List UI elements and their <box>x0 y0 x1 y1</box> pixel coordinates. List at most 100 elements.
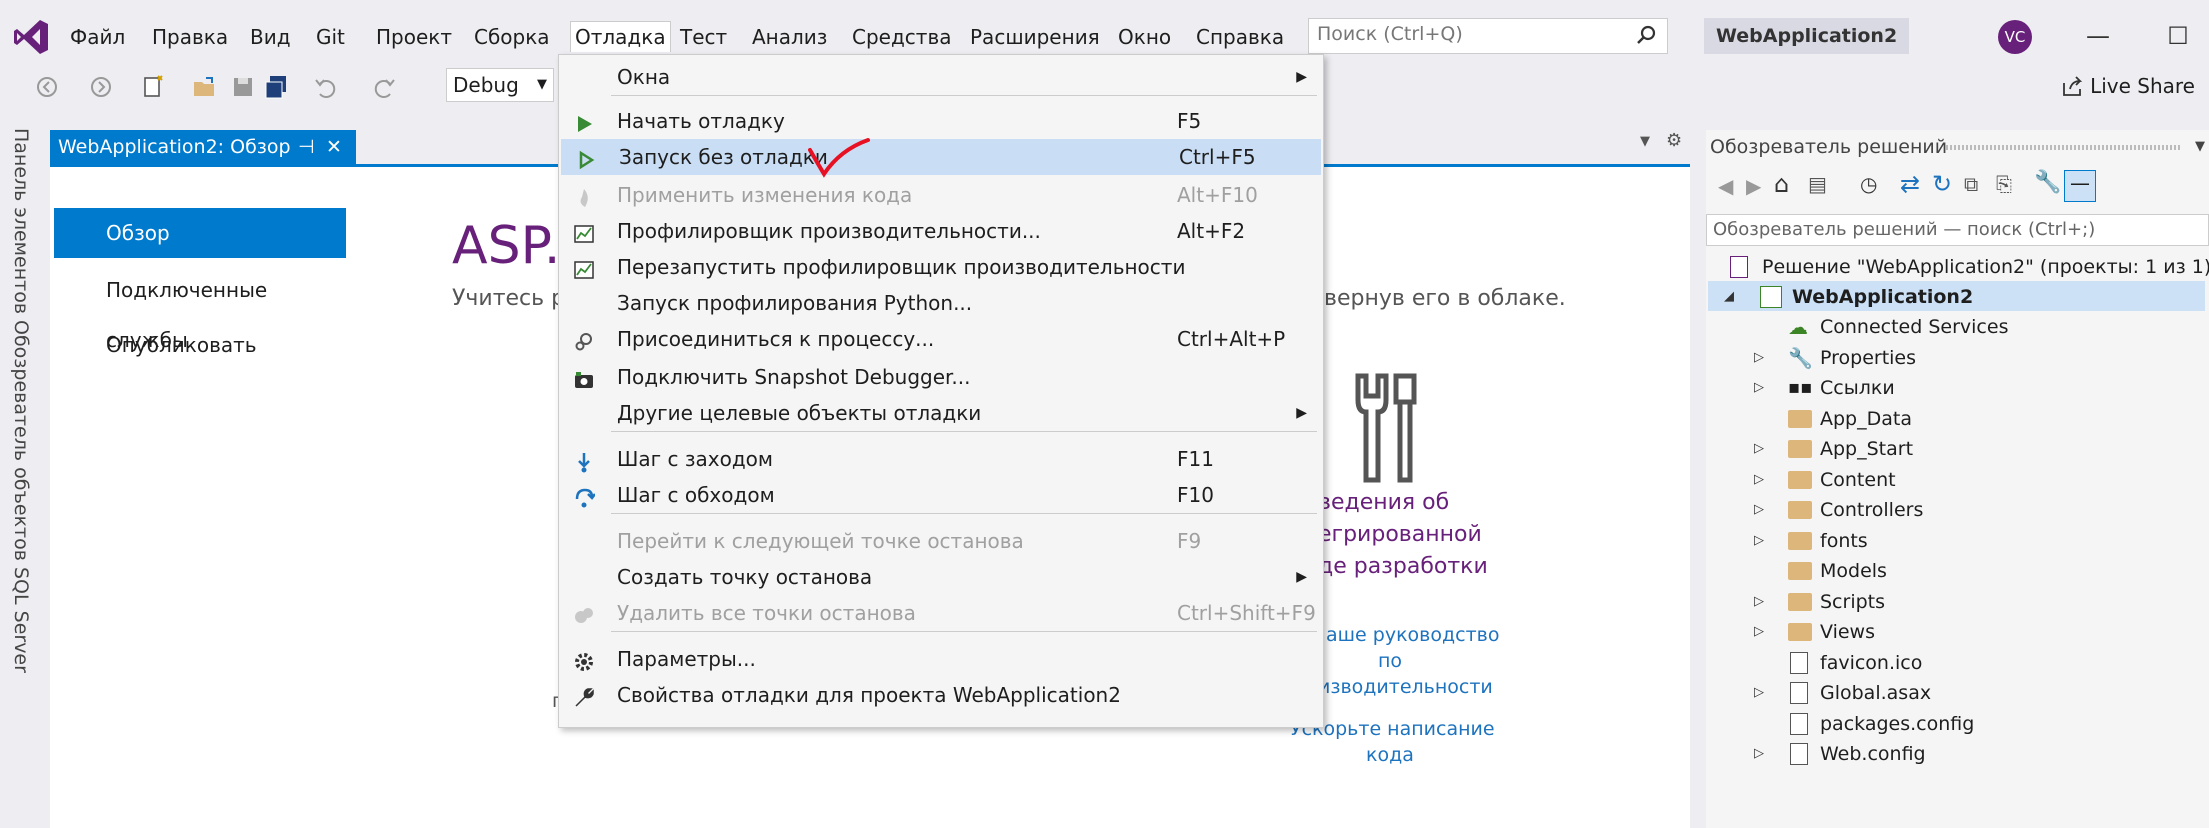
debug-menu-item-14[interactable]: Удалить все точки останова Ctrl+Shift+F9 <box>559 595 1323 631</box>
collapse-all-icon[interactable]: ⧉ <box>1964 172 1978 196</box>
forward-nav-icon[interactable]: ▶ <box>1746 174 1761 198</box>
tab-overflow-chevron-icon[interactable]: ▼ <box>1640 134 1650 149</box>
solution-search-input[interactable]: Обозреватель решений — поиск (Ctrl+;) <box>1706 214 2209 246</box>
panel-menu-chevron-icon[interactable]: ▼ <box>2195 130 2205 164</box>
debug-menu-item-12[interactable]: Перейти к следующей точке останова F9 <box>559 523 1323 559</box>
debug-menu-item-4[interactable]: Профилировщик производительности... Alt+F… <box>559 213 1323 249</box>
debug-menu-item-8[interactable]: Подключить Snapshot Debugger... <box>559 359 1323 395</box>
search-input[interactable]: Поиск (Ctrl+Q) <box>1308 18 1668 54</box>
open-folder-icon[interactable] <box>192 74 218 100</box>
expand-triangle-icon[interactable]: ▷ <box>1754 587 1764 617</box>
menu-item-1[interactable]: Правка <box>148 22 232 52</box>
close-icon[interactable]: ✕ <box>326 130 342 164</box>
profiler-restart-icon <box>573 256 595 279</box>
menu-item-label: Запуск профилирования Python... <box>617 291 973 315</box>
perf-guide-link-3[interactable]: изводительности <box>1318 676 1493 698</box>
menu-separator <box>611 431 1317 432</box>
configuration-value: Debug <box>453 73 519 97</box>
save-icon[interactable] <box>230 74 256 100</box>
configuration-select[interactable]: Debug ▼ <box>446 68 554 102</box>
menu-item-12[interactable]: Справка <box>1192 22 1288 52</box>
pin-icon[interactable]: ⊣ <box>298 130 315 164</box>
back-nav-icon[interactable]: ◀ <box>1718 174 1733 198</box>
live-share-button[interactable]: Live Share <box>2060 74 2195 98</box>
new-project-icon[interactable] <box>140 74 166 100</box>
expand-triangle-icon[interactable]: ▷ <box>1754 495 1764 525</box>
menu-item-0[interactable]: Файл <box>66 22 129 52</box>
save-all-icon[interactable] <box>264 74 290 100</box>
switch-views-icon[interactable]: ▤ <box>1808 172 1827 196</box>
collapse-triangle-icon[interactable]: ◢ <box>1724 282 1734 312</box>
menu-item-7[interactable]: Тест <box>676 22 731 52</box>
menu-item-11[interactable]: Окно <box>1114 22 1175 52</box>
maximize-button[interactable]: ☐ <box>2158 18 2198 54</box>
menu-item-5[interactable]: Сборка <box>470 22 554 52</box>
nav-connected-services[interactable]: Подключенные службы <box>54 265 346 352</box>
debug-menu-item-7[interactable]: Присоединиться к процессу... Ctrl+Alt+P <box>559 321 1323 357</box>
info-line-1: ведения об <box>1318 490 1450 515</box>
show-all-files-icon[interactable]: ⎘ <box>1996 172 2012 196</box>
debug-menu-item-15[interactable]: Параметры... <box>559 641 1323 677</box>
solution-name-badge[interactable]: WebApplication2 <box>1704 18 1910 54</box>
folder-icon <box>1788 531 1812 550</box>
redo-icon[interactable] <box>372 74 398 100</box>
folder-icon <box>1788 592 1812 611</box>
home-icon[interactable]: ⌂ <box>1774 170 1789 198</box>
tree-node-label: packages.config <box>1820 712 1975 735</box>
expand-triangle-icon[interactable]: ▷ <box>1754 373 1764 403</box>
refresh-icon[interactable]: ↻ <box>1932 170 1952 198</box>
forward-icon[interactable] <box>88 74 114 100</box>
debug-menu-item-16[interactable]: Свойства отладки для проекта WebApplicat… <box>559 677 1323 713</box>
profiler-icon <box>573 220 595 243</box>
debug-menu-item-1[interactable]: Начать отладку F5 <box>559 103 1323 139</box>
expand-triangle-icon[interactable]: ▷ <box>1754 526 1764 556</box>
nav-overview[interactable]: Обзор <box>54 208 346 258</box>
nav-publish[interactable]: Опубликовать <box>54 320 346 370</box>
red-annotation-checkmark <box>808 138 870 178</box>
sql-server-explorer-tab[interactable]: Обозреватель объектов SQL Server <box>10 320 32 673</box>
expand-triangle-icon[interactable]: ▷ <box>1754 465 1764 495</box>
document-tab[interactable]: WebApplication2: Обзор ⊣ ✕ <box>50 130 356 164</box>
debug-menu-item-3[interactable]: Применить изменения кода Alt+F10 <box>559 177 1323 213</box>
debug-menu-item-0[interactable]: Окна ▶ <box>559 59 1323 95</box>
debug-menu-item-6[interactable]: Запуск профилирования Python... <box>559 285 1323 321</box>
pending-changes-icon[interactable]: ◷ <box>1860 172 1877 196</box>
debug-menu-item-10[interactable]: Шаг с заходом F11 <box>559 441 1323 477</box>
debug-menu-item-5[interactable]: Перезапустить профилировщик производител… <box>559 249 1323 285</box>
debug-menu-item-9[interactable]: Другие целевые объекты отладки ▶ <box>559 395 1323 431</box>
tree-node-label: Connected Services <box>1820 316 2009 338</box>
menu-item-9[interactable]: Средства <box>848 22 955 52</box>
debug-menu-item-11[interactable]: Шаг с обходом F10 <box>559 477 1323 513</box>
step-over-icon <box>573 484 596 508</box>
expand-triangle-icon[interactable]: ▷ <box>1754 739 1764 769</box>
properties-wrench-icon[interactable]: 🔧 <box>2034 170 2061 195</box>
expand-triangle-icon[interactable]: ▷ <box>1754 434 1764 464</box>
perf-guide-link-1[interactable]: аше руководство <box>1326 624 1499 646</box>
menu-debug[interactable]: Отладка <box>570 21 671 52</box>
code-faster-link-2[interactable]: кода <box>1366 744 1414 766</box>
menu-item-4[interactable]: Проект <box>372 22 456 52</box>
undo-icon[interactable] <box>312 74 338 100</box>
perf-guide-link-2[interactable]: по <box>1378 650 1402 672</box>
preview-toggle-icon[interactable]: — <box>2064 170 2096 202</box>
file-icon <box>1790 743 1808 765</box>
menu-item-2[interactable]: Вид <box>246 22 295 52</box>
settings-gear-icon[interactable]: ⚙ <box>1666 130 1682 151</box>
debug-menu-item-13[interactable]: Создать точку останова ▶ <box>559 559 1323 595</box>
expand-triangle-icon[interactable]: ▷ <box>1754 343 1764 373</box>
sync-icon[interactable]: ⇄ <box>1900 170 1920 198</box>
visual-studio-logo[interactable] <box>12 18 50 56</box>
toolbox-tab[interactable]: Панель элементов <box>10 128 32 314</box>
user-avatar[interactable]: VC <box>1998 20 2032 54</box>
menu-item-shortcut: Ctrl+Shift+F9 <box>1177 601 1316 625</box>
back-icon[interactable] <box>34 74 60 100</box>
menu-item-shortcut: F5 <box>1177 109 1202 133</box>
menu-item-10[interactable]: Расширения <box>966 22 1104 52</box>
debug-menu-item-2[interactable]: Запуск без отладки Ctrl+F5 <box>561 139 1321 175</box>
expand-triangle-icon[interactable]: ▷ <box>1754 617 1764 647</box>
grip[interactable] <box>1946 145 2182 150</box>
minimize-button[interactable]: — <box>2078 18 2118 54</box>
menu-item-3[interactable]: Git <box>312 22 349 52</box>
menu-item-8[interactable]: Анализ <box>748 22 831 52</box>
expand-triangle-icon[interactable]: ▷ <box>1754 678 1764 708</box>
